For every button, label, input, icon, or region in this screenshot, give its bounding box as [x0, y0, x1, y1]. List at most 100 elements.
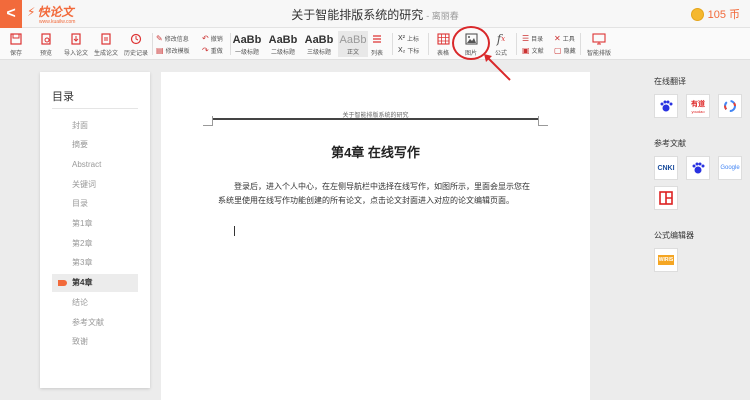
toc-item-label: 第1章: [72, 219, 93, 228]
undo-button[interactable]: ↶ 撤销: [202, 34, 223, 43]
toc-item-label: 摘要: [72, 140, 88, 150]
tools-button[interactable]: ✕ 工具: [554, 34, 575, 43]
tools-label: 工具: [562, 37, 575, 43]
toc-item[interactable]: 摘要: [52, 136, 138, 154]
translate-section-title: 在线翻译: [654, 77, 686, 86]
body-paragraph[interactable]: 登录后，进入个人中心，在左侧导航栏中选择在线写作，如图所示，里面会显示您在系统里…: [218, 180, 535, 208]
toc-item-label: 第2章: [72, 238, 93, 248]
preview-button[interactable]: 预览: [34, 28, 58, 57]
toolbar-divider: [152, 33, 153, 55]
google-translate-button[interactable]: [718, 94, 742, 118]
heading1-style-button[interactable]: AaBb 一级标题: [232, 31, 262, 57]
text-caret: [234, 226, 235, 236]
template-icon: ▤: [156, 46, 164, 55]
wanfang-reference-button[interactable]: [654, 186, 678, 210]
toolbar-divider: [428, 33, 429, 55]
list-button[interactable]: 列表: [366, 28, 388, 57]
toc-item-label: 第3章: [72, 258, 93, 268]
toc-item-label: 第4章: [72, 278, 93, 288]
formula-icon: fx: [496, 32, 506, 46]
toc-item-label: Abstract: [72, 159, 102, 169]
toc-item-label: 参考文献: [72, 317, 104, 327]
coin-balance[interactable]: 105 币: [690, 6, 740, 22]
heading2-style-button[interactable]: AaBb 二级标题: [268, 31, 298, 57]
style-sample: AaBb: [304, 34, 334, 46]
wiris-editor-button[interactable]: WIRIS: [654, 248, 678, 272]
style-sample: AaBb: [339, 34, 367, 46]
toolbar-divider: [516, 33, 517, 55]
toc-item-label: 结论: [72, 297, 88, 307]
document-title-area: 关于智能排版系统的研究 - 离丽春: [0, 6, 750, 23]
heading3-label: 三级标题: [306, 50, 331, 56]
cnki-logo: CNKI: [657, 164, 675, 172]
toc-item-label: 封面: [72, 120, 88, 130]
hide-button[interactable]: ▢ 隐藏: [554, 46, 576, 55]
toc-panel: 目录 封面 摘要 Abstract 关键词 目录 第1章 第2章 第3章 第4章 结论 参考文献 致谢: [40, 72, 150, 388]
generate-button[interactable]: 生成论文: [92, 28, 120, 57]
edit-info-button[interactable]: ✎ 修改信息: [156, 34, 189, 43]
toc-item[interactable]: 致谢: [52, 333, 138, 351]
subscript-label: 下标: [407, 49, 420, 55]
redo-button[interactable]: ↷ 重做: [202, 46, 223, 55]
undo-icon: ↶: [202, 34, 209, 43]
hide-label: 隐藏: [563, 49, 576, 55]
table-button[interactable]: 表格: [432, 28, 454, 57]
toc-divider: [52, 108, 138, 109]
toc-item[interactable]: 结论: [52, 293, 138, 311]
toc-item[interactable]: 第1章: [52, 215, 138, 233]
chapter-title[interactable]: 第4章 在线写作: [161, 142, 590, 161]
save-button[interactable]: 保存: [4, 28, 28, 57]
cnki-reference-button[interactable]: CNKI: [654, 156, 678, 180]
toc-item[interactable]: 关键词: [52, 175, 138, 193]
toc-item[interactable]: 封面: [52, 116, 138, 134]
toc-item[interactable]: 第2章: [52, 234, 138, 252]
superscript-button[interactable]: X² 上标: [398, 34, 419, 43]
body-style-button[interactable]: AaBb 正文: [338, 31, 368, 57]
superscript-label: 上标: [407, 37, 420, 43]
baidu-reference-button[interactable]: [686, 156, 710, 180]
edit-template-button[interactable]: ▤ 修改模板: [156, 46, 190, 55]
heading3-style-button[interactable]: AaBb 三级标题: [304, 31, 334, 57]
document-title: 关于智能排版系统的研究: [291, 8, 424, 22]
monitor-icon: [592, 32, 606, 46]
edit-icon: ✎: [156, 34, 163, 43]
references-button[interactable]: ▣ 文献: [522, 46, 544, 55]
subscript-icon: X₂: [398, 47, 406, 54]
youdao-logo-sub: youdao: [691, 108, 705, 114]
document-page[interactable]: 关于智能排版系统的研究 第4章 在线写作 登录后，进入个人中心，在左侧导航栏中选…: [161, 72, 590, 400]
generate-icon: [99, 32, 113, 46]
toc-item[interactable]: 第3章: [52, 254, 138, 272]
wanfang-logo-icon: [659, 191, 673, 205]
coin-count: 105 币: [707, 9, 740, 21]
body-style-label: 正文: [346, 50, 359, 56]
baidu-translate-button[interactable]: [654, 94, 678, 118]
import-label: 导入论文: [63, 51, 88, 57]
edit-template-label: 修改模板: [165, 49, 190, 55]
toc-button[interactable]: ☰ 目录: [522, 34, 543, 43]
heading2-label: 二级标题: [270, 50, 295, 56]
import-button[interactable]: 导入论文: [62, 28, 90, 57]
youdao-translate-button[interactable]: 有道 youdao: [686, 94, 710, 118]
history-icon: [129, 32, 143, 46]
superscript-icon: X²: [398, 35, 405, 42]
smart-layout-button[interactable]: 智能排版: [584, 28, 614, 57]
toc-item[interactable]: Abstract: [52, 155, 138, 173]
margin-corner-mark: [538, 116, 548, 126]
toc-item[interactable]: 参考文献: [52, 313, 138, 331]
toc-item[interactable]: 第4章: [52, 273, 138, 292]
header-rule: [213, 118, 538, 120]
toolbar-divider: [392, 33, 393, 55]
generate-label: 生成论文: [93, 51, 118, 57]
toc-title: 目录: [52, 91, 74, 103]
google-scholar-button[interactable]: Google: [718, 156, 742, 180]
toc-label: 目录: [531, 37, 544, 43]
style-sample: AaBb: [232, 34, 262, 46]
edit-info-label: 修改信息: [164, 37, 189, 43]
toolbar-divider: [580, 33, 581, 55]
annotation-arrow-icon: [484, 54, 511, 81]
document-author: - 离丽春: [426, 11, 459, 21]
toc-item[interactable]: 目录: [52, 195, 138, 213]
subscript-button[interactable]: X₂ 下标: [398, 46, 419, 55]
history-label: 历史记录: [123, 51, 148, 57]
history-button[interactable]: 历史记录: [122, 28, 150, 57]
